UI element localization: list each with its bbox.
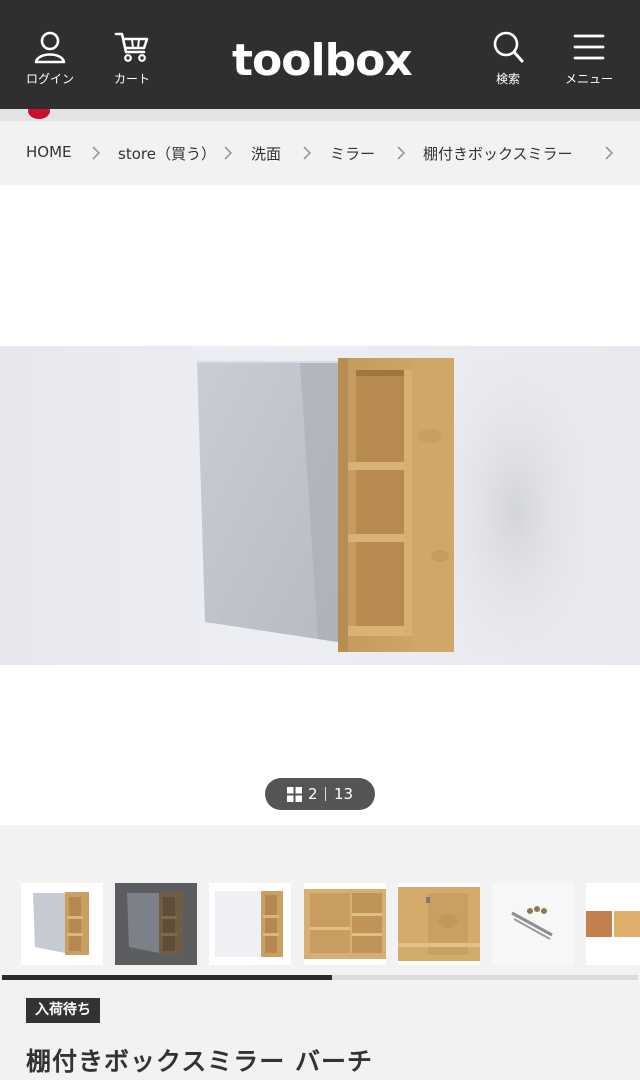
product-info: 入荷待ち 棚付きボックスミラー バーチ: [0, 985, 640, 1080]
product-title: 棚付きボックスミラー バーチ: [26, 1047, 373, 1076]
chevron-right-icon: [397, 146, 406, 160]
thumbnail-4[interactable]: [304, 883, 386, 965]
cart-button[interactable]: カート: [97, 30, 167, 87]
breadcrumb-product[interactable]: 棚付きボックスミラー: [423, 143, 573, 164]
chevron-right-icon: [224, 146, 233, 160]
site-header: ログイン カート toolbox 検索 メニュー: [0, 0, 640, 109]
thumbnail-5[interactable]: [398, 883, 480, 965]
cart-label: カート: [113, 72, 150, 86]
grid-icon: [287, 787, 302, 802]
total-image-count: 13: [334, 785, 354, 803]
status-badge: 入荷待ち: [26, 998, 100, 1023]
thumbnail-scrollbar-thumb[interactable]: [2, 975, 332, 980]
search-icon: [493, 31, 524, 63]
breadcrumb-store[interactable]: store（買う）: [118, 143, 216, 164]
user-icon: [34, 31, 66, 64]
thumbnail-2-selected[interactable]: [115, 883, 197, 965]
search-label: 検索: [495, 72, 520, 86]
search-button[interactable]: 検索: [473, 30, 543, 87]
thumbnail-scrollbar[interactable]: [2, 975, 638, 980]
chevron-right-icon: [92, 146, 101, 160]
thumbnail-3[interactable]: [209, 883, 291, 965]
menu-button[interactable]: メニュー: [554, 30, 624, 87]
thumbnail-1[interactable]: [21, 883, 103, 965]
notification-dot: [28, 109, 50, 119]
product-main-image[interactable]: [0, 346, 640, 665]
cart-icon: [114, 32, 149, 62]
breadcrumb-home[interactable]: HOME: [26, 143, 72, 161]
brand-logo[interactable]: toolbox: [232, 36, 413, 86]
thumbnail-7[interactable]: [586, 883, 640, 965]
breadcrumb: HOME store（買う） 洗面 ミラー 棚付きボックスミラー: [0, 121, 640, 185]
thumbnail-strip[interactable]: [0, 825, 640, 985]
login-button[interactable]: ログイン: [15, 30, 85, 87]
chevron-right-icon: [303, 146, 312, 160]
menu-label: メニュー: [564, 72, 613, 86]
login-label: ログイン: [25, 72, 74, 86]
chevron-right-icon: [605, 146, 614, 160]
breadcrumb-mirror[interactable]: ミラー: [330, 143, 375, 164]
counter-divider: [325, 787, 326, 801]
product-gallery[interactable]: 2 13: [0, 185, 640, 825]
breadcrumb-washroom[interactable]: 洗面: [251, 143, 281, 164]
sub-header-strip: [0, 109, 640, 121]
image-counter[interactable]: 2 13: [265, 778, 375, 810]
current-image-number: 2: [308, 785, 318, 803]
hamburger-icon: [573, 34, 605, 60]
thumbnail-6[interactable]: [492, 883, 574, 965]
